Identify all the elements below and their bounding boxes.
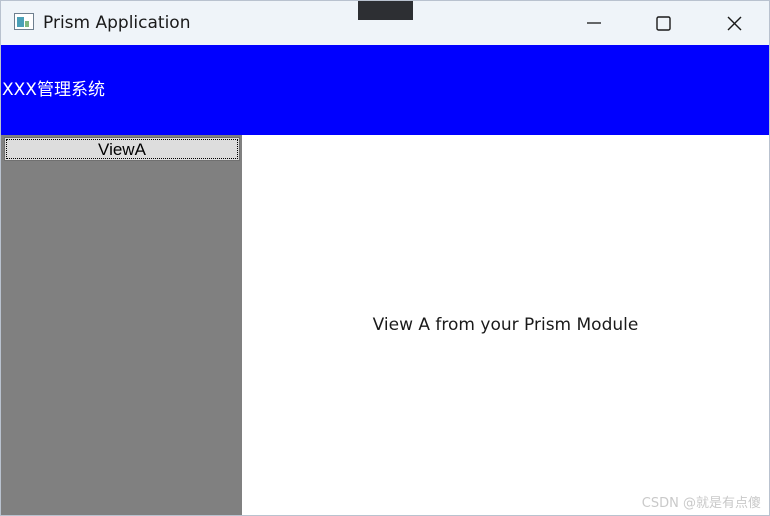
maximize-icon: [655, 15, 671, 31]
content-region: View A from your Prism Module CSDN @就是有点…: [242, 135, 769, 515]
minimize-icon: [587, 22, 601, 24]
minimize-button[interactable]: [571, 1, 617, 45]
app-window-icon: [14, 13, 34, 30]
close-button[interactable]: [711, 1, 757, 45]
title-bar[interactable]: Prism Application: [1, 1, 769, 45]
maximize-button[interactable]: [640, 1, 686, 45]
application-window: Prism Application XXX管理系统 ViewA View A f…: [0, 0, 770, 516]
view-a-button[interactable]: ViewA: [4, 137, 240, 161]
view-a-text: View A from your Prism Module: [372, 315, 639, 335]
system-title: XXX管理系统: [2, 80, 105, 100]
screen-notch: [358, 1, 413, 20]
navigation-sidebar: ViewA: [1, 135, 242, 515]
window-title: Prism Application: [43, 13, 191, 33]
watermark-text: CSDN @就是有点傻: [641, 496, 761, 511]
close-icon: [727, 16, 741, 30]
header-banner: XXX管理系统: [1, 45, 769, 135]
